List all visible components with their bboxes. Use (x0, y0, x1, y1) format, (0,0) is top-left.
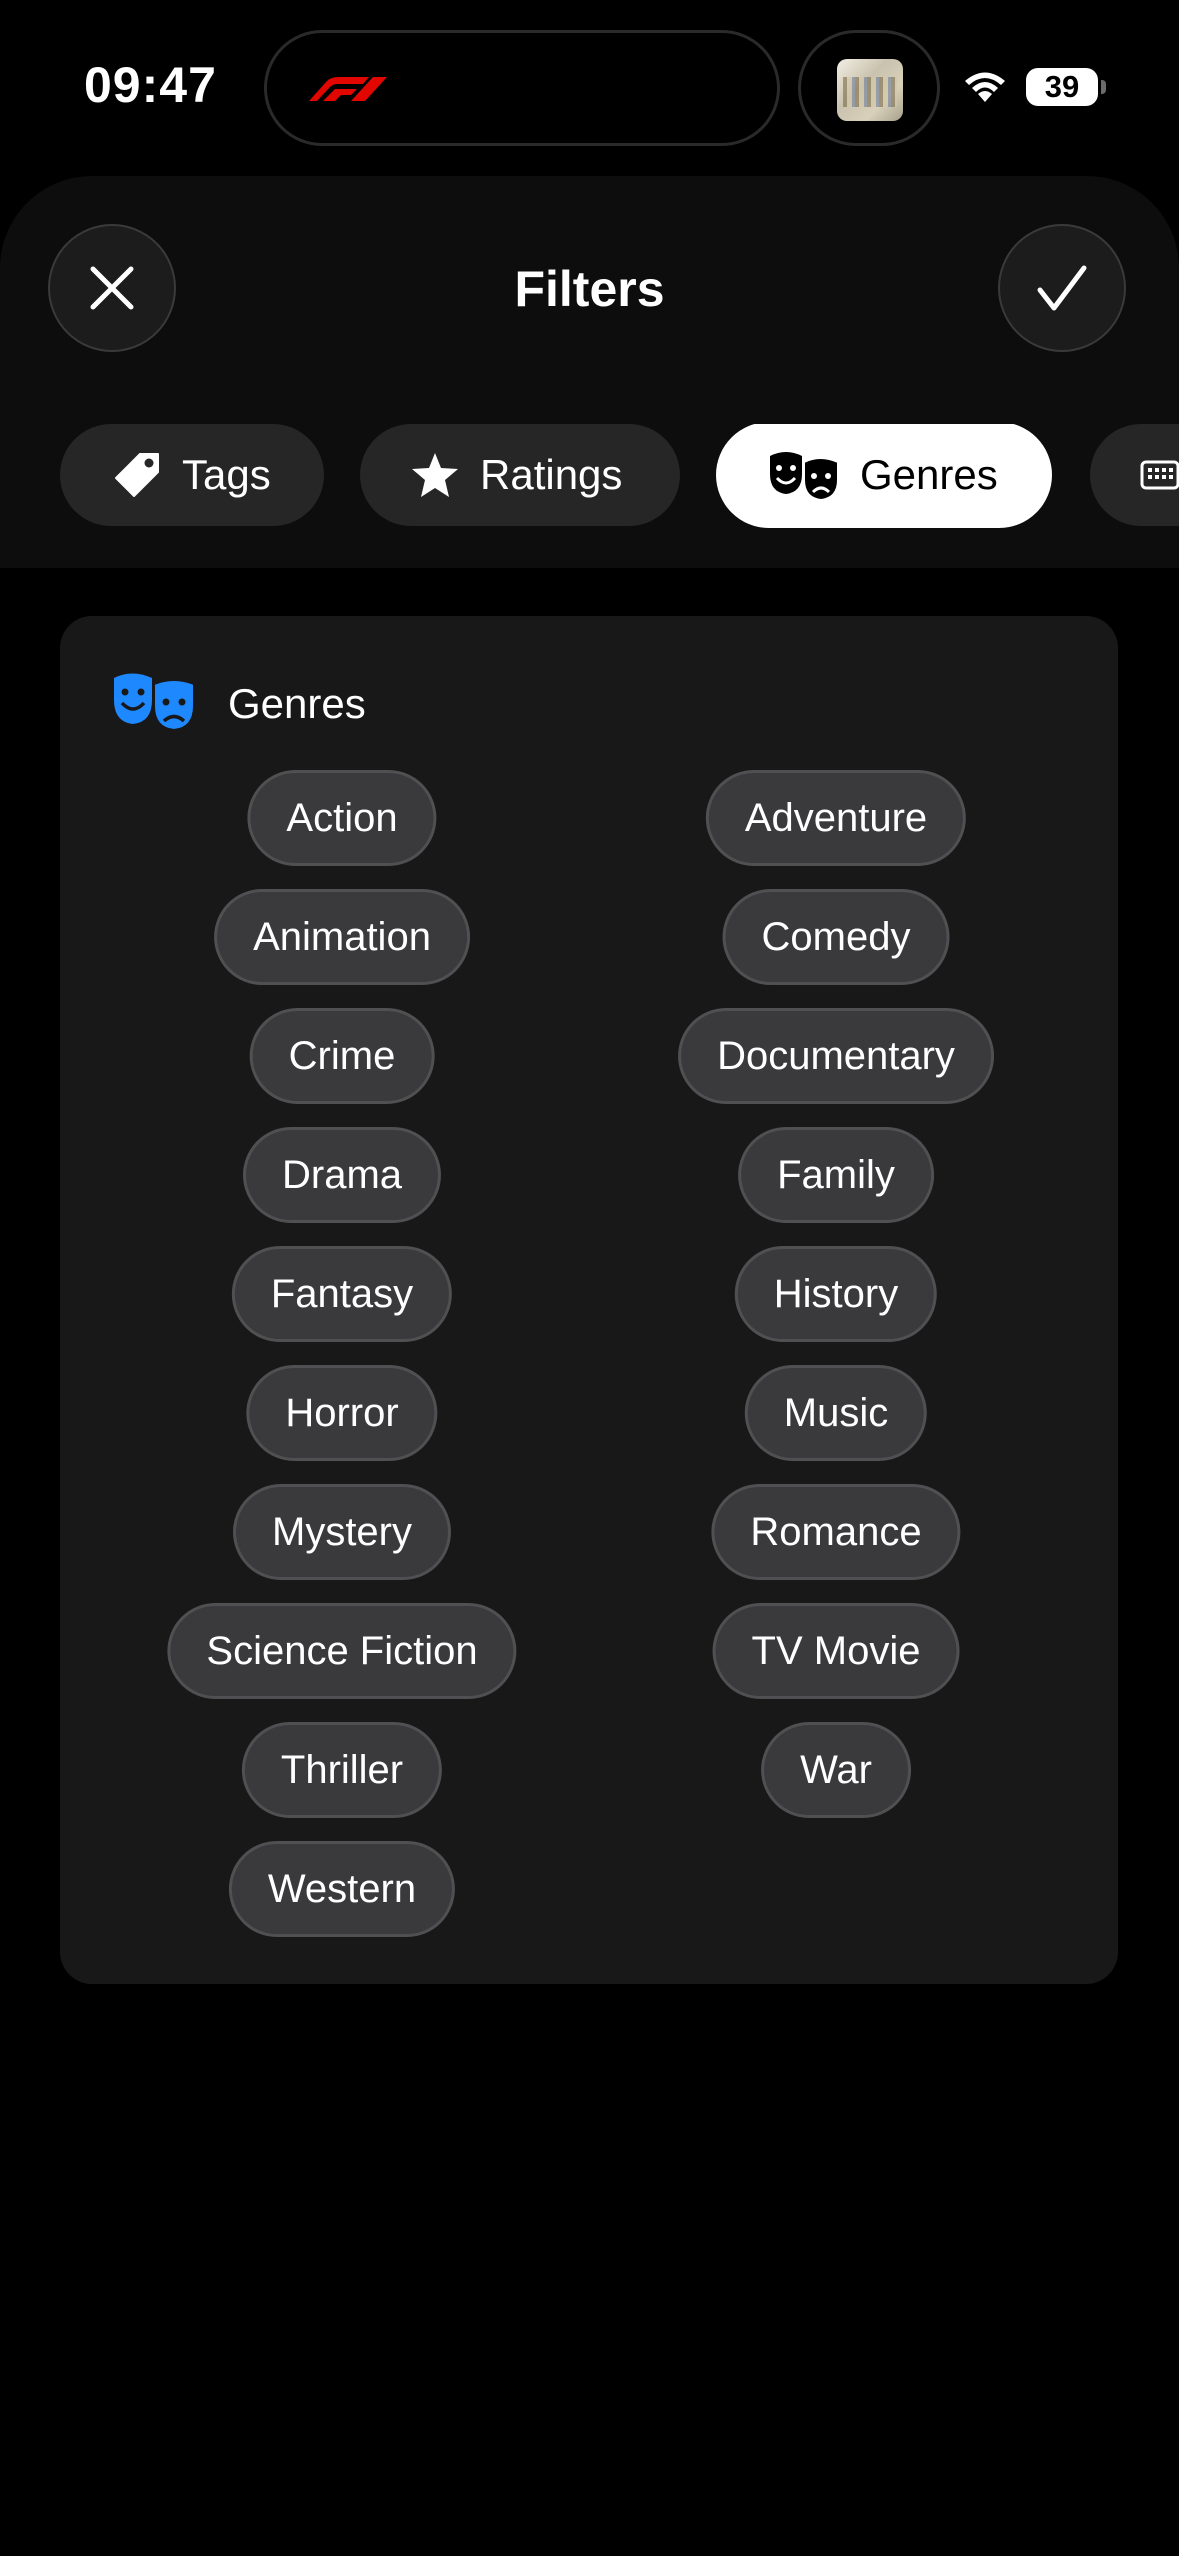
keyboard-icon (1140, 458, 1179, 492)
genre-chip[interactable]: Drama (242, 1127, 442, 1223)
theater-masks-icon (112, 672, 196, 735)
genre-chip[interactable]: Horror (246, 1365, 438, 1461)
theater-masks-icon (768, 450, 840, 500)
status-time: 09:47 (84, 57, 217, 113)
genre-chip[interactable]: Thriller (241, 1722, 443, 1818)
genre-chip[interactable]: Romance (711, 1484, 961, 1580)
checkmark-icon (1037, 265, 1087, 311)
genre-chip[interactable]: Fantasy (231, 1246, 453, 1342)
genres-title: Genres (228, 679, 366, 727)
tag-icon (112, 450, 162, 500)
genre-chip[interactable]: War (761, 1722, 911, 1818)
genre-chip[interactable]: Science Fiction (167, 1603, 517, 1699)
genre-chip[interactable]: Family (738, 1127, 934, 1223)
now-playing-pill[interactable] (798, 30, 940, 146)
dynamic-island[interactable] (264, 30, 780, 146)
star-icon (410, 451, 460, 499)
genre-chip[interactable]: Mystery (233, 1484, 451, 1580)
filters-sheet-header: Filters Tags Ratings Genres (0, 176, 1179, 568)
genres-card-header: Genres (112, 672, 366, 735)
confirm-button[interactable] (998, 224, 1126, 352)
genre-chip[interactable]: Animation (214, 889, 470, 985)
genre-chip[interactable]: Comedy (722, 889, 950, 985)
battery-indicator: 39 (1026, 68, 1098, 106)
tab-genres[interactable]: Genres (716, 424, 1052, 528)
tab-label: Tags (182, 451, 271, 498)
tab-tags[interactable]: Tags (60, 424, 324, 526)
genre-chip[interactable]: Action (247, 770, 437, 866)
genre-chip[interactable]: Crime (249, 1008, 435, 1104)
genre-chip[interactable]: TV Movie (712, 1603, 960, 1699)
album-art-thumbnail (837, 59, 903, 121)
f1-logo-icon (309, 77, 387, 101)
genre-chip[interactable]: Music (744, 1365, 928, 1461)
wifi-icon (965, 72, 1005, 102)
tab-label: Genres (860, 451, 998, 498)
genre-chip[interactable]: History (734, 1246, 938, 1342)
tab-label: Ratings (480, 451, 623, 498)
genre-chip[interactable]: Western (228, 1841, 456, 1937)
status-bar: 09:47 39 (0, 0, 1179, 170)
filter-tabs: Tags Ratings Genres (0, 424, 1179, 532)
genre-chip[interactable]: Documentary (678, 1008, 994, 1104)
tab-ratings[interactable]: Ratings (360, 424, 680, 526)
battery-tip (1101, 80, 1106, 94)
genres-card: Genres Action Animation Crime Drama Fant… (60, 616, 1118, 1984)
tab-more[interactable] (1090, 424, 1179, 526)
genre-chip[interactable]: Adventure (705, 770, 967, 866)
